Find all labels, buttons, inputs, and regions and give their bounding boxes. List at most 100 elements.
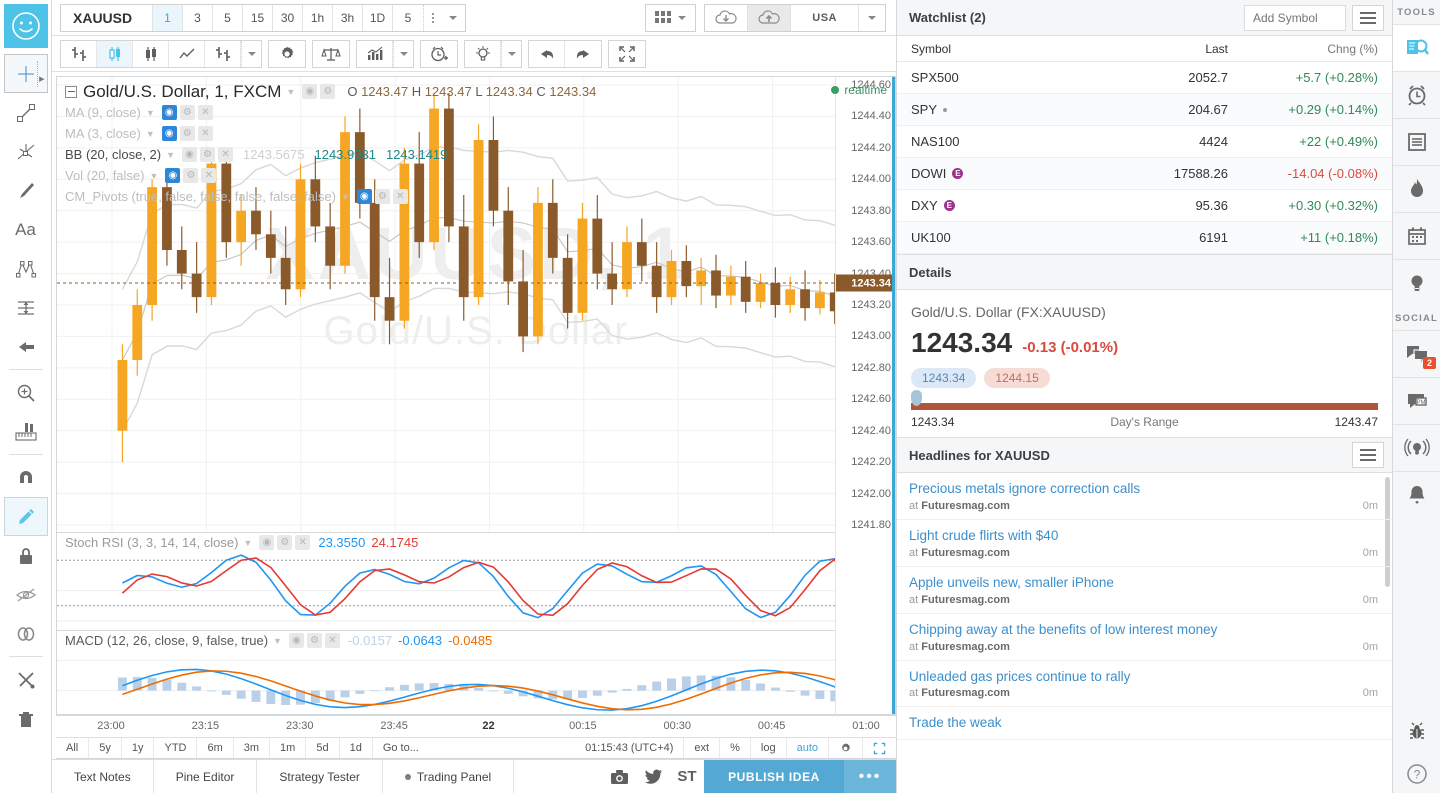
table-row[interactable]: SPY 204.67 +0.29 (+0.14%) <box>897 94 1392 126</box>
add-symbol-input[interactable] <box>1244 4 1346 31</box>
timeframe-3h[interactable]: 3h <box>333 4 363 31</box>
timeframe-dropdown-icon[interactable] <box>441 5 465 31</box>
headlines-menu-icon[interactable] <box>1352 442 1384 468</box>
table-row[interactable]: DXY E 95.36 +0.30 (+0.32%) <box>897 190 1392 222</box>
calendar-icon[interactable] <box>1393 212 1440 259</box>
close-icon[interactable]: ✕ <box>295 535 311 550</box>
study-row-bb[interactable]: BB (20, close, 2) ▼ ◉ ⚙ ✕ 1243.5675 1243… <box>65 144 596 165</box>
help-question-icon[interactable]: ? <box>1393 755 1440 793</box>
session-dropdown-icon[interactable] <box>858 4 885 31</box>
logo-smiley-icon[interactable] <box>3 4 48 48</box>
indicators-dropdown-icon[interactable] <box>393 40 413 67</box>
crosshair-icon[interactable]: ▶ <box>3 54 48 93</box>
range-all[interactable]: All <box>56 738 90 758</box>
settings-icon[interactable]: ⚙ <box>179 126 195 141</box>
visibility-icon[interactable]: ◉ <box>161 126 177 141</box>
timeframe-30[interactable]: 30 <box>273 4 303 31</box>
publish-idea-button[interactable]: PUBLISH IDEA <box>704 760 844 793</box>
pencil-icon[interactable] <box>3 497 48 536</box>
column-change[interactable]: Chng (%) <box>1228 42 1378 56</box>
list-item[interactable]: Chipping away at the benefits of low int… <box>897 614 1392 661</box>
visibility-icon[interactable]: ◉ <box>288 633 304 648</box>
lightbulb-icon[interactable] <box>465 40 501 67</box>
range-5d[interactable]: 5d <box>306 738 340 758</box>
study-row-vol[interactable]: Vol (20, false) ▼ ◉ ⚙ ✕ <box>65 165 596 186</box>
undo-arrow-icon[interactable] <box>529 40 565 67</box>
alarm-clock-plus-icon[interactable] <box>421 41 457 67</box>
gear-icon[interactable] <box>269 41 305 67</box>
link-chain-icon[interactable] <box>4 614 48 653</box>
indicators-icon[interactable] <box>357 40 393 67</box>
timeframe-overflow-icon[interactable] <box>423 4 441 31</box>
hotlist-flame-icon[interactable] <box>1393 165 1440 212</box>
timeframe-5[interactable]: 5 <box>213 4 243 31</box>
expand-icon[interactable] <box>609 41 645 67</box>
headline-title[interactable]: Apple unveils new, smaller iPhone <box>909 575 1378 592</box>
stoch-legend[interactable]: Stoch RSI (3, 3, 14, 14, close) ▼ ◉ ⚙ ✕ … <box>65 535 418 550</box>
cloud-download-icon[interactable] <box>705 5 747 31</box>
range-1d[interactable]: 1d <box>340 738 373 758</box>
alerts-alarm-icon[interactable] <box>1393 71 1440 118</box>
ideas-lightbulb-icon[interactable] <box>1393 259 1440 306</box>
chevron-down-icon[interactable]: ▼ <box>146 129 155 139</box>
chevron-down-icon[interactable]: ▼ <box>286 87 295 97</box>
time-axis[interactable]: 23:00 23:15 23:30 23:45 22 00:15 00:30 00:45 01:… <box>56 715 896 737</box>
bid-pill[interactable]: 1243.34 <box>911 368 977 388</box>
settings-icon[interactable]: ⚙ <box>306 633 322 648</box>
list-item[interactable]: Unleaded gas prices continue to rally at… <box>897 661 1392 708</box>
watchlist-details-icon[interactable] <box>1393 24 1440 71</box>
close-icon[interactable]: ✕ <box>197 126 213 141</box>
visibility-icon[interactable]: ◉ <box>356 189 372 204</box>
chart-scroll-indicator[interactable] <box>892 77 895 714</box>
study-row-ma3[interactable]: MA (3, close) ▼ ◉ ⚙ ✕ <box>65 123 596 144</box>
visibility-icon[interactable]: ◉ <box>165 168 181 183</box>
magnifier-plus-icon[interactable] <box>4 373 48 412</box>
close-icon[interactable]: ✕ <box>218 147 234 162</box>
range-ytd[interactable]: YTD <box>154 738 198 758</box>
ask-pill[interactable]: 1244.15 <box>984 368 1050 388</box>
toggle-percent[interactable]: % <box>720 738 751 758</box>
close-icon[interactable]: ✕ <box>392 189 408 204</box>
visibility-icon[interactable]: ◉ <box>259 535 275 550</box>
session-selector[interactable]: USA <box>790 4 858 31</box>
table-row[interactable]: DOWI E 17588.26 -14.04 (-0.08%) <box>897 158 1392 190</box>
ideas-dropdown-icon[interactable] <box>501 40 521 67</box>
chevron-down-icon[interactable]: ▼ <box>150 171 159 181</box>
settings-icon[interactable]: ⚙ <box>374 189 390 204</box>
timeframe-15[interactable]: 15 <box>243 4 273 31</box>
watchlist-menu-icon[interactable] <box>1352 4 1384 31</box>
table-row[interactable]: SPX500 2052.7 +5.7 (+0.28%) <box>897 62 1392 94</box>
tab-strategy-tester[interactable]: Strategy Tester <box>257 760 383 793</box>
eye-crossed-icon[interactable] <box>4 575 48 614</box>
trash-icon[interactable] <box>4 699 48 738</box>
streams-broadcast-icon[interactable] <box>1393 424 1440 471</box>
stocktwits-icon[interactable]: ST <box>670 760 704 793</box>
headline-title[interactable]: Chipping away at the benefits of low int… <box>909 622 1378 639</box>
pitchfork-icon[interactable] <box>4 132 48 171</box>
headline-title[interactable]: Light crude flirts with $40 <box>909 528 1378 545</box>
gear-icon[interactable] <box>829 738 863 758</box>
chart-canvas[interactable]: XAUUSD, 1 Gold/U.S. Dollar Gold/U.S. Dol… <box>56 76 896 715</box>
legend-title-row[interactable]: Gold/U.S. Dollar, 1, FXCM ▼ ◉ ⚙ O 1243.4… <box>65 81 596 102</box>
headlines-list[interactable]: Precious metals ignore correction calls … <box>897 473 1392 793</box>
xabcd-pattern-icon[interactable] <box>4 249 48 288</box>
arrow-left-icon[interactable] <box>4 327 48 366</box>
timeframe-3[interactable]: 3 <box>183 4 213 31</box>
tab-pine-editor[interactable]: Pine Editor <box>154 760 258 793</box>
range-1m[interactable]: 1m <box>270 738 307 758</box>
private-messages-icon[interactable]: PM <box>1393 377 1440 424</box>
table-row[interactable]: NAS100 4424 +22 (+0.49%) <box>897 126 1392 158</box>
chevron-down-icon[interactable]: ▼ <box>273 636 282 646</box>
cloud-upload-icon[interactable] <box>747 4 791 31</box>
study-row-ma9[interactable]: MA (9, close) ▼ ◉ ⚙ ✕ <box>65 102 596 123</box>
scales-icon[interactable] <box>313 41 349 67</box>
visibility-icon[interactable]: ◉ <box>161 105 177 120</box>
table-row[interactable]: UK100 6191 +11 (+0.18%) <box>897 222 1392 254</box>
settings-icon[interactable]: ⚙ <box>183 168 199 183</box>
toggle-ext[interactable]: ext <box>684 738 721 758</box>
bars-icon[interactable] <box>61 40 97 67</box>
goto-button[interactable]: Go to... <box>373 738 429 758</box>
chevron-down-icon[interactable]: ▼ <box>146 108 155 118</box>
toggle-auto[interactable]: auto <box>787 738 829 758</box>
trend-line-icon[interactable] <box>4 93 48 132</box>
